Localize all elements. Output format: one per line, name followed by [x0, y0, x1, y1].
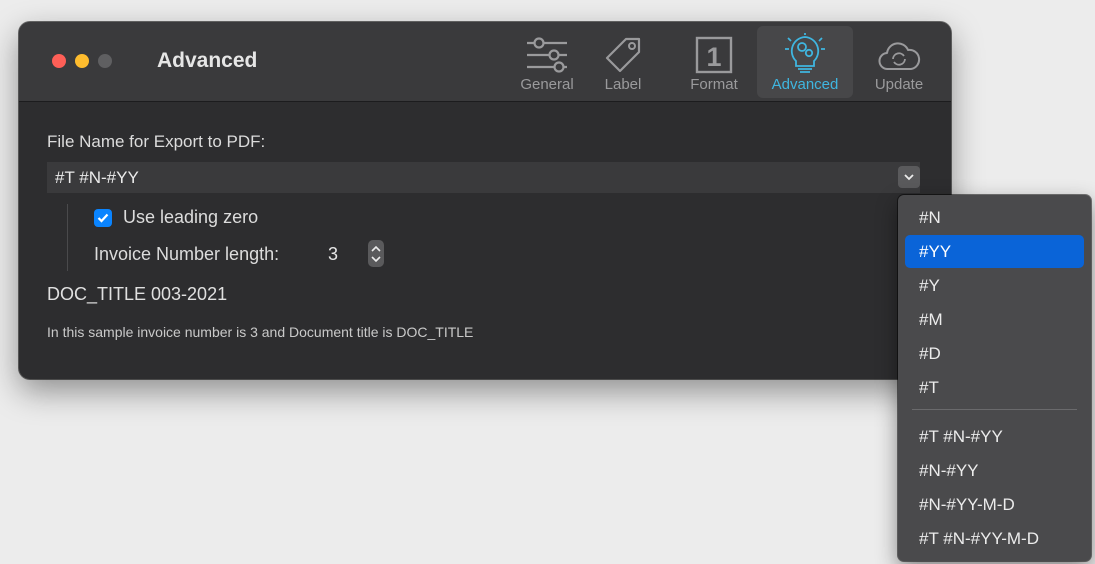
menu-item-n-yy-m-d[interactable]: #N-#YY-M-D	[905, 488, 1084, 521]
format-icon-digit: 1	[706, 42, 721, 72]
menu-item-n-yy[interactable]: #N-#YY	[905, 454, 1084, 487]
tab-update[interactable]: Update	[864, 26, 934, 98]
zoom-window-button[interactable]	[98, 54, 112, 68]
invoice-length-stepper[interactable]	[368, 240, 384, 267]
tab-general[interactable]: General	[511, 26, 583, 98]
tab-format-label: Format	[690, 76, 738, 93]
tab-update-label: Update	[874, 76, 924, 93]
cloud-sync-icon	[878, 42, 921, 70]
sliders-icon	[527, 37, 567, 73]
title-bar: Advanced General Label 1 Format Advanced…	[19, 22, 951, 102]
sample-note: In this sample invoice number is 3 and D…	[47, 324, 474, 340]
tab-advanced-label: Advanced	[771, 76, 839, 93]
menu-item-m[interactable]: #M	[905, 303, 1084, 336]
menu-item-yy-selected[interactable]: #YY	[905, 235, 1084, 268]
tab-advanced[interactable]: Advanced	[757, 26, 853, 98]
tab-format[interactable]: 1 Format	[679, 26, 749, 98]
sample-filename: DOC_TITLE 003-2021	[47, 284, 228, 304]
leading-zero-label[interactable]: Use leading zero	[123, 207, 258, 228]
chevron-down-icon[interactable]	[898, 166, 920, 188]
menu-item-t-n-yy[interactable]: #T #N-#YY	[905, 420, 1084, 453]
gears-lightbulb-icon	[785, 33, 825, 73]
window-title: Advanced	[157, 49, 258, 72]
filename-value[interactable]: #T #N-#YY	[55, 168, 139, 188]
stepper-arrows-icon	[371, 245, 381, 262]
minimize-window-button[interactable]	[75, 54, 89, 68]
menu-item-t-n-yy-m-d[interactable]: #T #N-#YY-M-D	[905, 522, 1084, 555]
number-one-icon: 1	[695, 36, 733, 74]
checkmark-icon	[97, 213, 109, 223]
tag-icon	[605, 37, 641, 73]
filename-dropdown-menu: #N #YY #Y #M #D #T #T #N-#YY #N-#YY #N-#…	[898, 195, 1091, 561]
invoice-length-value: 3	[328, 244, 339, 264]
menu-item-y[interactable]: #Y	[905, 269, 1084, 302]
leading-zero-checkbox[interactable]	[94, 209, 112, 227]
tab-label-label: Label	[604, 76, 642, 93]
filename-combobox[interactable]: #T #N-#YY	[47, 162, 920, 193]
invoice-length-label: Invoice Number length:	[94, 244, 280, 264]
tab-label[interactable]: Label	[595, 26, 651, 98]
menu-item-n[interactable]: #N	[905, 201, 1084, 234]
close-window-button[interactable]	[52, 54, 66, 68]
menu-separator	[912, 409, 1077, 410]
filename-label: File Name for Export to PDF:	[47, 132, 266, 151]
menu-item-t[interactable]: #T	[905, 371, 1084, 404]
tab-general-label: General	[520, 76, 574, 93]
menu-item-d[interactable]: #D	[905, 337, 1084, 370]
group-divider	[67, 204, 68, 271]
preferences-window: Advanced General Label 1 Format Advanced…	[19, 22, 951, 379]
